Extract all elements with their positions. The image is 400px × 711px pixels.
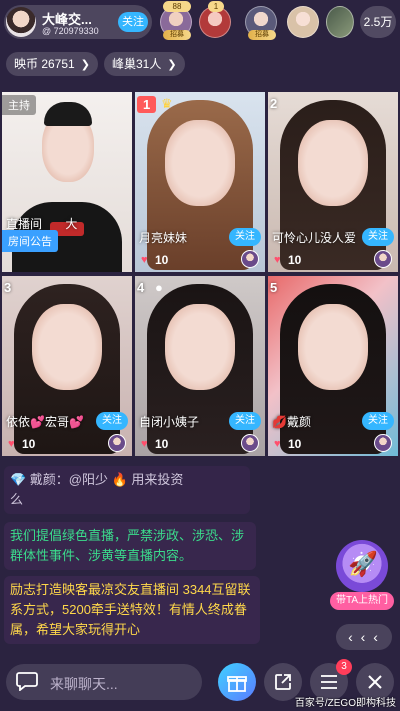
coins-label: 映币 26751 [14, 57, 75, 71]
promo-label: 带TA上热门 [330, 592, 394, 610]
viewer-avatar[interactable] [287, 6, 319, 38]
promo-hot-button[interactable]: 带TA上热门 [330, 540, 394, 612]
seat-number: 3 [4, 280, 12, 295]
close-icon [368, 675, 382, 689]
seat-number: 1 [137, 96, 157, 113]
seat-score: 10 [22, 437, 36, 451]
crown-icon: ♛ [161, 96, 173, 111]
seat-grid: 主持 直播间 大 房间公告 1 ♛ 月亮妹妹 关注 ♥ 10 2 可怜心儿没人爱… [2, 92, 398, 456]
seat-name: 月亮妹妹 [139, 231, 188, 245]
watermark: 百家号/ZEGO即构科技 [294, 698, 396, 709]
follow-host-button[interactable]: 关注 [118, 12, 148, 32]
heart-icon: ♥ [274, 254, 281, 266]
viewer-count[interactable]: 2.5万 [360, 6, 396, 38]
chat-notice-green: 我们提倡绿色直播，严禁涉政、涉恐、涉群体性事件、涉黄等直播内容。 [4, 522, 256, 570]
seat-host[interactable]: 主持 直播间 大 房间公告 [2, 92, 132, 272]
seat-3[interactable]: 3 依依💕宏哥💕 关注 ♥ 10 [2, 276, 132, 456]
chat-input[interactable]: 来聊聊天... [6, 664, 202, 700]
nest-pill[interactable]: 峰巢31人 ❯ [104, 52, 185, 76]
gift-icon [227, 676, 247, 692]
host-id: @ 720979330 [42, 26, 99, 36]
chat-message: 💎 戴颜：@阳少 🔥 用来投资 么 [4, 466, 250, 514]
seat-4[interactable]: 4 ● 自闭小姨子 关注 ♥ 10 [135, 276, 265, 456]
chat-notice-yellow: 励志打造映客最凉交友直播间 3344互留联系方式，5200牵手送特效！有情人终成… [4, 576, 260, 644]
viewer-tag: 招募 [248, 30, 276, 40]
bomb-icon: ● [155, 280, 163, 295]
collapse-button[interactable]: ‹ ‹ ‹ [336, 624, 392, 650]
seat-score: 10 [288, 437, 302, 451]
seat-score: 10 [288, 253, 302, 267]
seat-name: 自闭小姨子 [139, 415, 200, 429]
chevron-right-icon: ❯ [80, 59, 90, 71]
seat-name: 依依💕宏哥💕 [6, 415, 84, 429]
menu-icon [321, 675, 337, 689]
host-info[interactable]: 大峰交... @ 720979330 关注 [4, 5, 152, 39]
viewer-tag: 招募 [163, 30, 191, 40]
chevron-right-icon: ❯ [167, 59, 177, 71]
supporter-avatar[interactable] [374, 434, 392, 452]
seat-2[interactable]: 2 可怜心儿没人爱 关注 ♥ 10 [268, 92, 398, 272]
supporter-avatar[interactable] [241, 434, 259, 452]
supporter-avatar[interactable] [241, 250, 259, 268]
supporter-avatar[interactable] [374, 250, 392, 268]
viewer-avatar[interactable]: 88 招募 [160, 1, 192, 40]
seat-number: 2 [270, 96, 278, 111]
seat-number: 5 [270, 280, 278, 295]
seat-1[interactable]: 1 ♛ 月亮妹妹 关注 ♥ 10 [135, 92, 265, 272]
viewer-avatar[interactable]: 1 [199, 1, 231, 38]
seat-score: 10 [155, 253, 169, 267]
seat-name: 可怜心儿没人爱 [272, 231, 357, 245]
chat-input-placeholder: 来聊聊天... [50, 676, 118, 692]
coins-pill[interactable]: 映币 26751 ❯ [6, 52, 98, 76]
seat-5[interactable]: 5 💋戴颜 关注 ♥ 10 [268, 276, 398, 456]
host-avatar[interactable] [6, 7, 36, 37]
seat-name: 💋戴颜 [272, 415, 311, 429]
gift-button[interactable] [218, 663, 256, 701]
chat-bubble-icon [16, 672, 38, 691]
room-notice-button[interactable]: 房间公告 [2, 230, 58, 252]
heart-icon: ♥ [141, 254, 148, 266]
follow-button[interactable]: 关注 [229, 412, 261, 430]
viewer-level-badge: 1 [208, 1, 224, 12]
follow-button[interactable]: 关注 [229, 228, 261, 246]
viewer-level-badge: 88 [163, 1, 191, 12]
nest-label: 峰巢31人 [112, 57, 162, 71]
notification-badge: 3 [336, 659, 352, 675]
seat-number: 4 [137, 280, 145, 295]
heart-icon: ♥ [274, 438, 281, 450]
supporter-avatar[interactable] [108, 434, 126, 452]
viewer-avatar[interactable] [326, 6, 354, 38]
rocket-icon [336, 540, 388, 592]
seat-score: 10 [155, 437, 169, 451]
heart-icon: ♥ [8, 438, 15, 450]
follow-button[interactable]: 关注 [96, 412, 128, 430]
top-bar: 大峰交... @ 720979330 关注 88 招募 1 招募 2.5万 [0, 0, 400, 46]
follow-button[interactable]: 关注 [362, 228, 394, 246]
follow-button[interactable]: 关注 [362, 412, 394, 430]
heart-icon: ♥ [141, 438, 148, 450]
share-icon [275, 674, 291, 690]
viewer-avatar[interactable]: 招募 [245, 6, 277, 40]
host-seat-label: 主持 [2, 95, 36, 115]
